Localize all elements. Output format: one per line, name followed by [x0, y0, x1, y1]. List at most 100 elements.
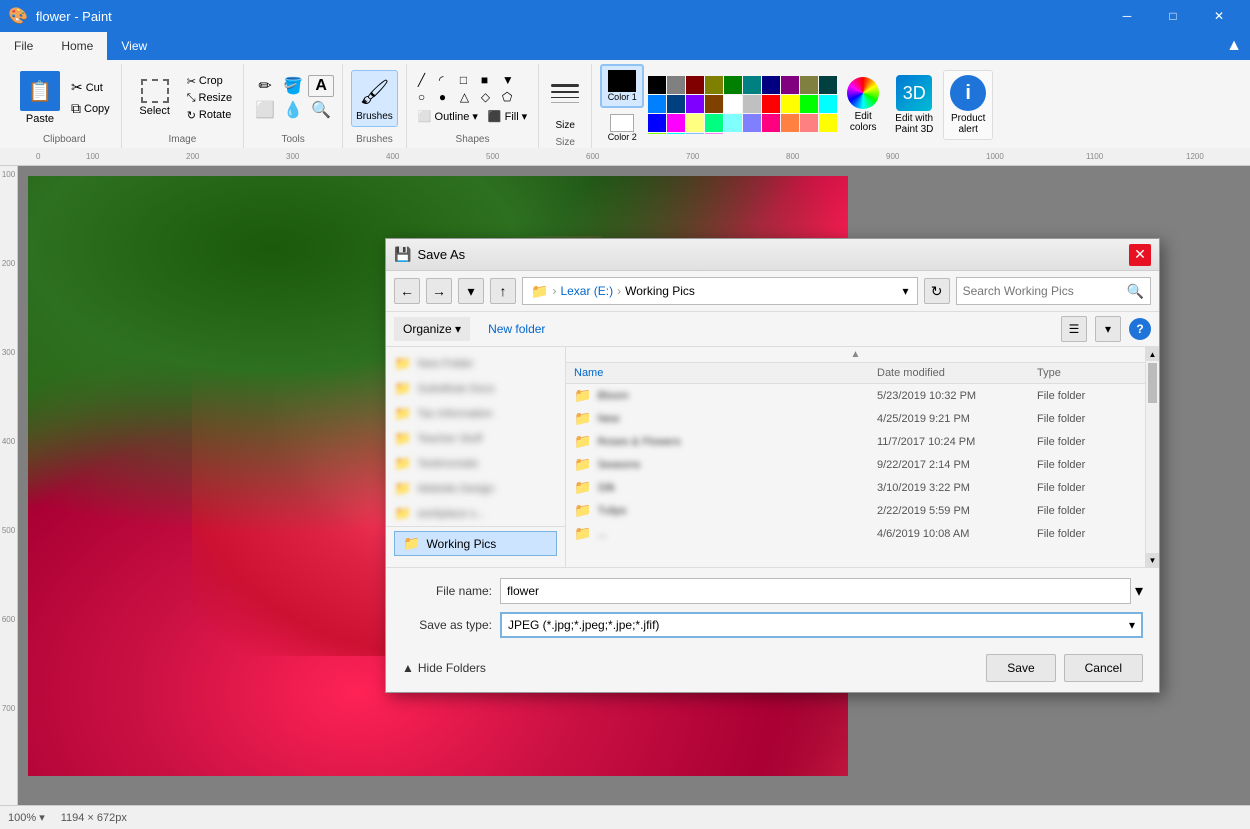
up-button[interactable]: ↑ [490, 278, 516, 304]
help-button[interactable]: ? [1129, 318, 1151, 340]
save-type-row: Save as type: JPEG (*.jpg;*.jpeg;*.jpe;*… [402, 612, 1143, 638]
new-folder-label: New folder [488, 322, 545, 336]
back-button[interactable]: ← [394, 278, 420, 304]
folder-icon-0: 📁 [394, 355, 411, 372]
left-item-2[interactable]: 📁 Tax Information [386, 401, 565, 426]
save-type-value: JPEG (*.jpg;*.jpeg;*.jpe;*.jfif) [508, 618, 659, 632]
forward-button[interactable]: → [426, 278, 452, 304]
cancel-button[interactable]: Cancel [1064, 654, 1143, 682]
file-list-row[interactable]: 📁 Silk 3/10/2019 3:22 PM File folder [566, 476, 1145, 499]
dialog-buttons: ▲ Hide Folders Save Cancel [402, 646, 1143, 682]
file-name-label: File name: [402, 584, 492, 598]
left-item-0[interactable]: 📁 New Folder [386, 351, 565, 376]
col-name-header[interactable]: Name [574, 367, 877, 379]
file-name-text: Bloom [597, 390, 628, 402]
file-date-cell: 9/22/2017 2:14 PM [877, 459, 1037, 471]
view-button[interactable]: ☰ [1061, 316, 1087, 342]
left-item-label-1: Substitute Docs [417, 383, 494, 395]
breadcrumb-location-icon: 📁 [531, 283, 548, 300]
file-list-row[interactable]: 📁 Seasons 9/22/2017 2:14 PM File folder [566, 453, 1145, 476]
left-item-3[interactable]: 📁 Teacher Stuff [386, 426, 565, 451]
refresh-button[interactable]: ↻ [924, 278, 950, 304]
file-name-cell: 📁 Silk [574, 479, 877, 496]
scroll-down-btn[interactable]: ▼ [1146, 553, 1159, 567]
dropdown-button[interactable]: ▾ [458, 278, 484, 304]
file-name-row: File name: ▾ [402, 578, 1143, 604]
file-name-cell: 📁 Seasons [574, 456, 877, 473]
left-item-label-3: Teacher Stuff [417, 433, 482, 445]
scroll-thumb[interactable] [1148, 363, 1157, 403]
breadcrumb-location[interactable]: Lexar (E:) [560, 284, 613, 298]
hide-folders-label: Hide Folders [418, 661, 486, 675]
dialog-footer: File name: ▾ Save as type: JPEG (*.jpg;*… [386, 567, 1159, 692]
selected-folder-icon: 📁 [403, 535, 420, 552]
col-date-header[interactable]: Date modified [877, 367, 1037, 379]
scroll-up-btn[interactable]: ▲ [1146, 347, 1159, 361]
save-button[interactable]: Save [986, 654, 1055, 682]
save-type-select[interactable]: JPEG (*.jpg;*.jpeg;*.jpe;*.jfif) ▾ [500, 612, 1143, 638]
file-name-text: New [597, 413, 619, 425]
dialog-overlay: 💾 Save As ✕ ← → ▾ ↑ 📁 › Lexar (E:) › Wor… [0, 0, 1250, 829]
selected-folder-label: Working Pics [426, 537, 496, 551]
dialog-close-button[interactable]: ✕ [1129, 244, 1151, 266]
dialog-toolbar: ← → ▾ ↑ 📁 › Lexar (E:) › Working Pics ▾ … [386, 271, 1159, 312]
folder-icon-3: 📁 [394, 430, 411, 447]
file-type-cell: File folder [1037, 459, 1137, 471]
save-as-dialog: 💾 Save As ✕ ← → ▾ ↑ 📁 › Lexar (E:) › Wor… [385, 238, 1160, 693]
view-dropdown[interactable]: ▾ [1095, 316, 1121, 342]
organize-label: Organize ▾ [403, 322, 461, 336]
search-icon: 🔍 [1127, 283, 1144, 300]
left-item-4[interactable]: 📁 Testimonials [386, 451, 565, 476]
col-type-header[interactable]: Type [1037, 367, 1137, 379]
breadcrumb-sep1: › [552, 284, 556, 298]
file-date-cell: 5/23/2019 10:32 PM [877, 390, 1037, 402]
folder-icon-4: 📁 [394, 455, 411, 472]
left-item-5[interactable]: 📁 Website Design [386, 476, 565, 501]
left-item-1[interactable]: 📁 Substitute Docs [386, 376, 565, 401]
file-list-row[interactable]: 📁 ... 4/6/2019 10:08 AM File folder [566, 522, 1145, 545]
file-type-cell: File folder [1037, 482, 1137, 494]
file-date-cell: 2/22/2019 5:59 PM [877, 505, 1037, 517]
file-list-row[interactable]: 📁 Roses & Flowers 11/7/2017 10:24 PM Fil… [566, 430, 1145, 453]
left-item-label-5: Website Design [417, 483, 494, 495]
right-panel: ▲ Name Date modified Type 📁 Bloom 5/23/2… [566, 347, 1145, 567]
folder-icon-2: 📁 [394, 405, 411, 422]
breadcrumb-bar[interactable]: 📁 › Lexar (E:) › Working Pics ▾ [522, 277, 918, 305]
file-folder-icon: 📁 [574, 479, 591, 496]
new-folder-button[interactable]: New folder [478, 318, 555, 340]
file-date-cell: 4/25/2019 9:21 PM [877, 413, 1037, 425]
selected-folder-item[interactable]: 📁 Working Pics [394, 531, 557, 556]
organize-button[interactable]: Organize ▾ [394, 317, 470, 341]
file-type-cell: File folder [1037, 390, 1137, 402]
file-name-text: Tulips [597, 505, 626, 517]
file-name-cell: 📁 Roses & Flowers [574, 433, 877, 450]
file-list-row[interactable]: 📁 Tulips 2/22/2019 5:59 PM File folder [566, 499, 1145, 522]
vertical-scrollbar[interactable]: ▲ ▼ [1145, 347, 1159, 567]
file-list-row[interactable]: 📁 New 4/25/2019 9:21 PM File folder [566, 407, 1145, 430]
file-list-row[interactable]: 📁 Bloom 5/23/2019 10:32 PM File folder [566, 384, 1145, 407]
file-type-cell: File folder [1037, 528, 1137, 540]
file-list-header: Name Date modified Type [566, 363, 1145, 384]
save-type-label: Save as type: [402, 618, 492, 632]
file-folder-icon: 📁 [574, 456, 591, 473]
dialog-actions: Organize ▾ New folder ☰ ▾ ? [386, 312, 1159, 347]
file-name-input[interactable] [500, 578, 1131, 604]
file-date-cell: 4/6/2019 10:08 AM [877, 528, 1037, 540]
left-item-label-6: workplace s... [417, 508, 484, 520]
search-input[interactable] [963, 284, 1123, 298]
hide-folders-arrow: ▲ [402, 661, 414, 675]
dialog-titlebar: 💾 Save As ✕ [386, 239, 1159, 271]
file-name-cell: 📁 Tulips [574, 502, 877, 519]
file-name-dropdown[interactable]: ▾ [1135, 581, 1143, 601]
hide-folders-button[interactable]: ▲ Hide Folders [402, 661, 978, 675]
breadcrumb-dropdown[interactable]: ▾ [903, 284, 909, 298]
file-list: 📁 Bloom 5/23/2019 10:32 PM File folder 📁… [566, 384, 1145, 567]
left-item-6[interactable]: 📁 workplace s... [386, 501, 565, 526]
breadcrumb-sep2: › [617, 284, 621, 298]
sort-up-icon[interactable]: ▲ [851, 349, 861, 360]
file-date-cell: 3/10/2019 3:22 PM [877, 482, 1037, 494]
folder-icon-6: 📁 [394, 505, 411, 522]
folder-icon-1: 📁 [394, 380, 411, 397]
file-name-text: Silk [597, 482, 615, 494]
file-name-text: Roses & Flowers [597, 436, 680, 448]
